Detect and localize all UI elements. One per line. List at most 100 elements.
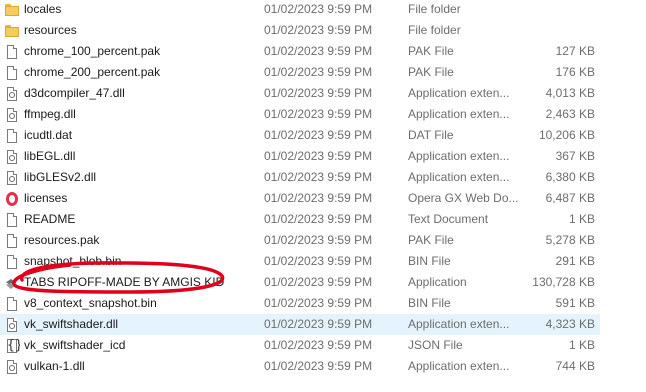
- file-name: libEGL.dll: [24, 149, 76, 163]
- dll-file-icon: [4, 107, 20, 123]
- file-type: PAK File: [408, 233, 454, 247]
- file-row[interactable]: ffmpeg.dll 01/02/2023 9:59 PM Application …: [0, 104, 600, 125]
- file-date-modified: 01/02/2023 9:59 PM: [264, 338, 373, 352]
- file-type: Opera GX Web Do...: [408, 191, 519, 205]
- file-date-modified: 01/02/2023 9:59 PM: [264, 170, 373, 184]
- file-name: vk_swiftshader_icd: [24, 338, 126, 352]
- file-name: libGLESv2.dll: [24, 170, 97, 184]
- file-name: vk_swiftshader.dll: [24, 317, 119, 331]
- file-size: 2,463 KB: [545, 107, 595, 121]
- file-name: vulkan-1.dll: [24, 359, 85, 373]
- file-size: [520, 20, 595, 41]
- file-icon: [4, 44, 20, 60]
- file-date-modified: 01/02/2023 9:59 PM: [264, 65, 373, 79]
- file-type: Text Document: [408, 212, 489, 226]
- file-icon: [4, 233, 20, 249]
- file-name: ffmpeg.dll: [24, 107, 76, 121]
- dll-file-icon: [4, 317, 20, 333]
- file-name: locales: [24, 2, 62, 16]
- file-icon: [4, 128, 20, 144]
- file-date-modified: 01/02/2023 9:59 PM: [264, 44, 373, 58]
- file-name: licenses: [24, 191, 68, 205]
- file-name: icudtl.dat: [24, 128, 73, 142]
- file-row[interactable]: icudtl.dat 01/02/2023 9:59 PM DAT File 10,2…: [0, 125, 600, 146]
- file-size: 6,380 KB: [545, 170, 595, 184]
- file-date-modified: 01/02/2023 9:59 PM: [264, 275, 373, 289]
- file-row[interactable]: d3dcompiler_47.dll 01/02/2023 9:59 PM Appl…: [0, 83, 600, 104]
- file-date-modified: 01/02/2023 9:59 PM: [264, 86, 373, 100]
- file-size: 367 KB: [555, 149, 595, 163]
- file-name: README: [24, 212, 76, 226]
- file-type: Application exten...: [408, 149, 510, 163]
- file-row[interactable]: libEGL.dll 01/02/2023 9:59 PM Application …: [0, 146, 600, 167]
- file-date-modified: 01/02/2023 9:59 PM: [264, 296, 373, 310]
- file-row[interactable]: locales 01/02/2023 9:59 PM File folder: [0, 0, 600, 20]
- file-name: chrome_100_percent.pak: [24, 44, 161, 58]
- file-date-modified: 01/02/2023 9:59 PM: [264, 107, 373, 121]
- file-type: File folder: [408, 2, 461, 16]
- file-type: Application exten...: [408, 86, 510, 100]
- file-row[interactable]: libGLESv2.dll 01/02/2023 9:59 PM Applicati…: [0, 167, 600, 188]
- file-date-modified: 01/02/2023 9:59 PM: [264, 317, 373, 331]
- file-type: BIN File: [408, 296, 451, 310]
- file-row[interactable]: README 01/02/2023 9:59 PM Text Document 1 K…: [0, 209, 600, 230]
- file-row[interactable]: v8_context_snapshot.bin 01/02/2023 9:59 P…: [0, 293, 600, 314]
- dll-file-icon: [4, 86, 20, 102]
- file-size: 4,323 KB: [545, 317, 595, 331]
- file-row[interactable]: resources 01/02/2023 9:59 PM File folder: [0, 20, 600, 41]
- file-row[interactable]: vk_swiftshader.dll 01/02/2023 9:59 PM Appl…: [0, 314, 600, 335]
- file-size: 6,487 KB: [545, 191, 595, 205]
- file-date-modified: 01/02/2023 9:59 PM: [264, 128, 373, 142]
- file-type: JSON File: [408, 338, 463, 352]
- file-row[interactable]: resources.pak 01/02/2023 9:59 PM PAK File 5…: [0, 230, 600, 251]
- dll-file-icon: [4, 170, 20, 186]
- file-name: d3dcompiler_47.dll: [24, 86, 125, 100]
- file-name: snapshot_blob.bin: [24, 254, 122, 268]
- file-icon: [4, 296, 20, 312]
- file-name: v8_context_snapshot.bin: [24, 296, 157, 310]
- file-date-modified: 01/02/2023 9:59 PM: [264, 149, 373, 163]
- file-date-modified: 01/02/2023 9:59 PM: [264, 23, 373, 37]
- file-type: PAK File: [408, 44, 454, 58]
- file-date-modified: 01/02/2023 9:59 PM: [264, 2, 373, 16]
- opera-gx-icon: [4, 191, 20, 207]
- file-size: 1 KB: [568, 338, 595, 352]
- file-type: DAT File: [408, 128, 454, 142]
- folder-icon: [4, 2, 20, 18]
- file-type: File folder: [408, 23, 461, 37]
- dll-file-icon: [4, 359, 20, 375]
- file-size: 591 KB: [555, 296, 595, 310]
- file-row[interactable]: TABS RIPOFF-MADE BY AMGIS KID 01/02/2023 …: [0, 272, 600, 293]
- file-date-modified: 01/02/2023 9:59 PM: [264, 233, 373, 247]
- file-row[interactable]: chrome_100_percent.pak 01/02/2023 9:59 PM…: [0, 41, 600, 62]
- file-size: 10,206 KB: [538, 128, 595, 142]
- json-file-icon: {}: [4, 338, 20, 354]
- file-type: BIN File: [408, 254, 451, 268]
- file-name: resources.pak: [24, 233, 100, 247]
- file-date-modified: 01/02/2023 9:59 PM: [264, 212, 373, 226]
- file-size: 1 KB: [568, 212, 595, 226]
- file-row[interactable]: licenses 01/02/2023 9:59 PM Opera GX Web D…: [0, 188, 600, 209]
- file-size: 291 KB: [555, 254, 595, 268]
- file-date-modified: 01/02/2023 9:59 PM: [264, 191, 373, 205]
- file-type: Application: [408, 275, 467, 289]
- file-name: TABS RIPOFF-MADE BY AMGIS KID: [24, 275, 225, 289]
- file-row[interactable]: vulkan-1.dll 01/02/2023 9:59 PM Applicatio…: [0, 356, 600, 377]
- file-date-modified: 01/02/2023 9:59 PM: [264, 359, 373, 373]
- file-type: Application exten...: [408, 317, 510, 331]
- file-row[interactable]: snapshot_blob.bin 01/02/2023 9:59 PM BIN F…: [0, 251, 600, 272]
- file-type: Application exten...: [408, 359, 510, 373]
- file-row[interactable]: chrome_200_percent.pak 01/02/2023 9:59 PM…: [0, 62, 600, 83]
- file-name: resources: [24, 23, 77, 37]
- file-size: 744 KB: [555, 359, 595, 373]
- file-date-modified: 01/02/2023 9:59 PM: [264, 254, 373, 268]
- folder-icon: [4, 23, 20, 39]
- file-type: PAK File: [408, 65, 454, 79]
- file-icon: [4, 254, 20, 270]
- file-size: 130,728 KB: [532, 275, 595, 289]
- file-size: 4,013 KB: [545, 86, 595, 100]
- file-icon: [4, 212, 20, 228]
- file-row[interactable]: {} vk_swiftshader_icd 01/02/2023 9:59 PM JS…: [0, 335, 600, 356]
- file-size: 176 KB: [555, 65, 595, 79]
- file-size: 5,278 KB: [545, 233, 595, 247]
